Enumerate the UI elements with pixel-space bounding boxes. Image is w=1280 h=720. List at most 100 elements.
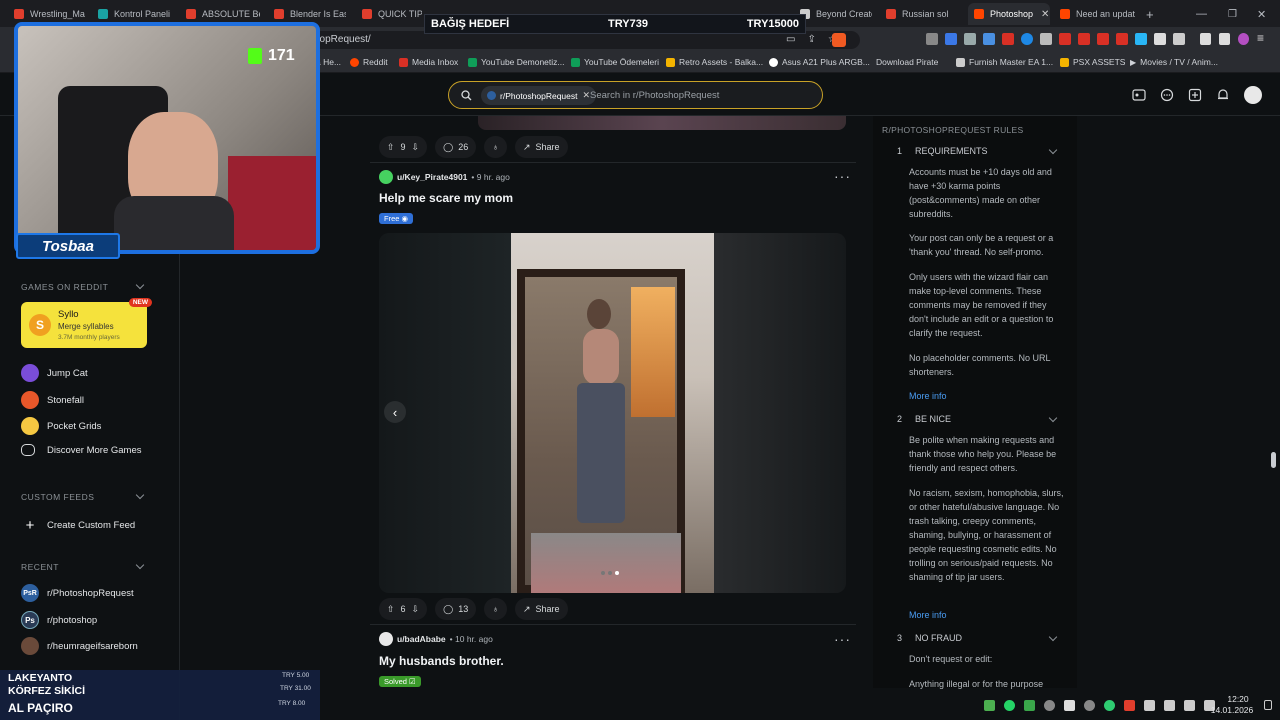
bookmark-item[interactable]: Media Inbox: [399, 57, 458, 67]
share-page-icon[interactable]: ⇪: [807, 34, 815, 45]
network-icon[interactable]: [1164, 700, 1175, 711]
bookmark-item[interactable]: Retro Assets - Balka...: [666, 57, 763, 67]
minimize-icon[interactable]: —: [1196, 3, 1207, 25]
chevron-down-icon[interactable]: [135, 280, 145, 290]
bookmark-item[interactable]: PSX ASSETS: [1060, 57, 1125, 67]
sidebar-item-heumrageifsareborn[interactable]: r/heumrageifsareborn: [21, 637, 138, 655]
tray-app-icon[interactable]: [984, 700, 995, 711]
extensions-puzzle-icon[interactable]: [1154, 33, 1166, 45]
chevron-down-icon[interactable]: [135, 560, 145, 570]
rule-header[interactable]: 3 NO FRAUD: [897, 633, 962, 643]
extension-icon[interactable]: [964, 33, 976, 45]
sidebar-item-pocket-grids[interactable]: Pocket Grids: [21, 417, 101, 435]
post-author[interactable]: u/badAbabe: [397, 634, 446, 644]
upvote-icon[interactable]: ⇧: [387, 142, 395, 153]
advertise-icon[interactable]: [1132, 88, 1146, 102]
browser-tab-active[interactable]: Photoshop ✕: [968, 3, 1050, 25]
whatsapp-icon[interactable]: [1004, 700, 1015, 711]
browser-tab[interactable]: Need an updat: [1060, 3, 1136, 25]
browser-tab[interactable]: QUICK TIPS: [362, 3, 422, 25]
chat-icon[interactable]: [1160, 88, 1174, 102]
syllo-game-card[interactable]: S Syllo Merge syllables 3.7M monthly pla…: [21, 298, 152, 348]
more-info-link[interactable]: More info: [909, 391, 947, 401]
tray-app-icon[interactable]: [1104, 700, 1115, 711]
post-image-gallery[interactable]: ‹: [379, 233, 846, 593]
extension-icon[interactable]: [1002, 33, 1014, 45]
browser-tab[interactable]: Beyond Creato: [800, 3, 872, 25]
tray-app-icon[interactable]: [1064, 700, 1075, 711]
clear-chip-icon[interactable]: ✕: [583, 90, 591, 101]
comments-button[interactable]: ◯ 13: [435, 598, 477, 620]
media-icon[interactable]: [1200, 33, 1211, 45]
extension-icon[interactable]: [1078, 33, 1090, 45]
sidebar-item-jump-cat[interactable]: Jump Cat: [21, 364, 88, 382]
gallery-dot[interactable]: [608, 571, 612, 575]
post-flair[interactable]: Free ◉: [379, 213, 414, 224]
tray-app-icon[interactable]: [1084, 700, 1095, 711]
bookmark-item[interactable]: YouTube Ödemeleri: [571, 57, 659, 67]
upvote-icon[interactable]: ⇧: [387, 604, 395, 615]
brave-shield-icon[interactable]: [832, 33, 846, 47]
bookmark-item[interactable]: Reddit: [350, 57, 388, 67]
sidebar-item-stonefall[interactable]: Stonefall: [21, 391, 84, 409]
award-button[interactable]: ♁: [484, 136, 507, 158]
more-info-link[interactable]: More info: [909, 610, 947, 620]
rule-header[interactable]: 2 BE NICE: [897, 414, 951, 424]
window-close-icon[interactable]: ✕: [1257, 3, 1266, 25]
chevron-down-icon[interactable]: [135, 490, 145, 500]
wallet-icon[interactable]: [1219, 33, 1230, 45]
author-avatar[interactable]: [379, 632, 393, 646]
extension-icon[interactable]: [1135, 33, 1147, 45]
tray-app-icon[interactable]: [1124, 700, 1135, 711]
downvote-icon[interactable]: ⇩: [412, 604, 420, 615]
sidebar-item-photoshoprequest[interactable]: PsR r/PhotoshopRequest: [21, 584, 134, 602]
share-button[interactable]: ↗ Share: [514, 136, 568, 158]
sidebar-item-photoshop[interactable]: Ps r/photoshop: [21, 611, 97, 629]
downvote-icon[interactable]: ⇩: [412, 142, 420, 153]
clock-time[interactable]: 12:20: [1220, 694, 1256, 704]
sidebar-item-discover-games[interactable]: Discover More Games: [21, 444, 142, 456]
extension-icon[interactable]: [1059, 33, 1071, 45]
tray-app-icon[interactable]: [1024, 700, 1035, 711]
subreddit-chip[interactable]: r/PhotoshopRequest ✕: [481, 86, 597, 105]
share-button[interactable]: ↗ Share: [514, 598, 568, 620]
post-flair[interactable]: Solved ☑: [379, 676, 421, 687]
bookmark-item[interactable]: Asus A21 Plus ARGB...: [769, 57, 870, 67]
extension-icon[interactable]: [1097, 33, 1109, 45]
extension-icon[interactable]: [1116, 33, 1128, 45]
bookmark-item[interactable]: YouTube Demonetiz...: [468, 57, 564, 67]
create-custom-feed-button[interactable]: + Create Custom Feed: [21, 516, 136, 534]
comments-button[interactable]: ◯ 26: [435, 136, 477, 158]
gallery-dot-active[interactable]: [615, 571, 619, 575]
maximize-icon[interactable]: ❐: [1228, 3, 1237, 25]
bookmark-item[interactable]: Download Pirate: [876, 57, 938, 67]
extension-icon[interactable]: [1040, 33, 1052, 45]
sidebar-icon[interactable]: [1173, 33, 1185, 45]
bookmark-item[interactable]: ▶ Movies / TV / Anim...: [1130, 57, 1218, 67]
post-title[interactable]: Help me scare my mom: [379, 191, 513, 205]
gallery-dot[interactable]: [601, 571, 605, 575]
post-author[interactable]: u/Key_Pirate4901: [397, 172, 467, 182]
volume-icon[interactable]: [1184, 700, 1195, 711]
close-tab-icon[interactable]: ✕: [1041, 9, 1049, 20]
clock-date[interactable]: 14.01.2026: [1208, 705, 1256, 715]
author-avatar[interactable]: [379, 170, 393, 184]
bookmark-item[interactable]: Furnish Master EA 1...: [956, 57, 1053, 67]
menu-icon[interactable]: ≡: [1257, 32, 1268, 45]
notification-center-icon[interactable]: [1264, 700, 1272, 710]
new-tab-icon[interactable]: +: [1146, 3, 1158, 25]
search-bar[interactable]: r/PhotoshopRequest ✕ Search in r/Photosh…: [448, 81, 823, 109]
tray-app-icon[interactable]: [1044, 700, 1055, 711]
rule-header[interactable]: 1 REQUIREMENTS: [897, 146, 988, 156]
extension-icon[interactable]: [983, 33, 995, 45]
extension-icon[interactable]: [926, 33, 938, 45]
page-scrollbar-thumb[interactable]: [1271, 452, 1276, 468]
browser-tab[interactable]: Russian sol: [886, 3, 956, 25]
microphone-icon[interactable]: [1144, 700, 1155, 711]
notifications-bell-icon[interactable]: [1216, 88, 1230, 102]
more-options-icon[interactable]: ···: [834, 631, 851, 647]
more-options-icon[interactable]: ···: [834, 168, 851, 184]
extension-icon[interactable]: [945, 33, 957, 45]
user-avatar[interactable]: [1244, 86, 1262, 104]
extension-icon[interactable]: [1021, 33, 1033, 45]
